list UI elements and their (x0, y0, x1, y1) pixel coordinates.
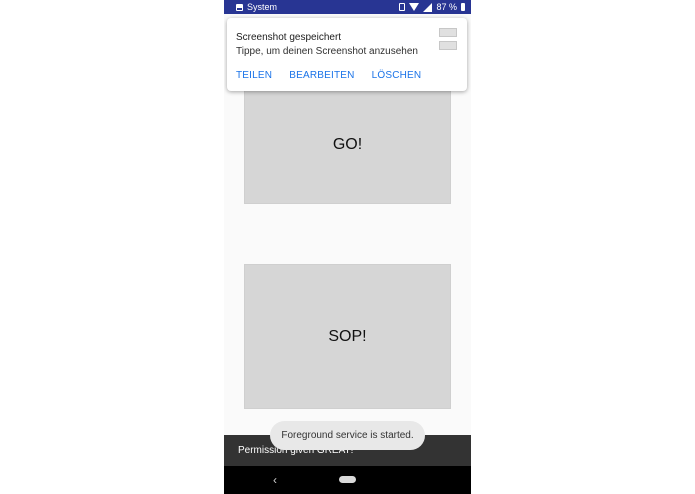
battery-icon (461, 3, 465, 11)
edit-button[interactable]: BEARBEITEN (289, 70, 354, 81)
sop-button[interactable]: SOP! (244, 264, 451, 409)
toast-text: Foreground service is started. (281, 430, 414, 441)
notification-title: Screenshot gespeichert (236, 32, 342, 43)
delete-button[interactable]: LÖSCHEN (372, 70, 422, 81)
sop-button-label: SOP! (328, 327, 367, 345)
status-app-label: System (247, 2, 278, 12)
notification-text: Tippe, um deinen Screenshot anzusehen (236, 46, 418, 57)
screenshot-notification[interactable]: Screenshot gespeichert Tippe, um deinen … (227, 18, 467, 91)
thumbnail-top (439, 28, 457, 37)
notification-actions: TEILEN BEARBEITEN LÖSCHEN (236, 70, 421, 81)
navigation-bar: ‹ (224, 466, 471, 494)
battery-percent: 87 % (436, 2, 457, 12)
back-icon[interactable]: ‹ (273, 473, 277, 487)
go-button-label: GO! (332, 136, 363, 153)
status-bar-left: System (236, 2, 277, 12)
home-pill-icon[interactable] (339, 476, 356, 483)
screenshot-thumbnail (439, 28, 457, 50)
image-icon (236, 3, 243, 11)
status-bar-right: 87 % (399, 2, 465, 12)
status-bar: System 87 % (224, 0, 471, 14)
go-button[interactable]: GO! (244, 86, 451, 204)
toast: Foreground service is started. (270, 421, 425, 450)
signal-icon (423, 2, 433, 12)
vibrate-icon (399, 3, 406, 11)
phone-screen: System 87 % GO! SOP! Screenshot gespeich… (224, 0, 471, 494)
thumbnail-bottom (439, 41, 457, 50)
share-button[interactable]: TEILEN (236, 70, 272, 81)
wifi-icon (409, 3, 420, 11)
